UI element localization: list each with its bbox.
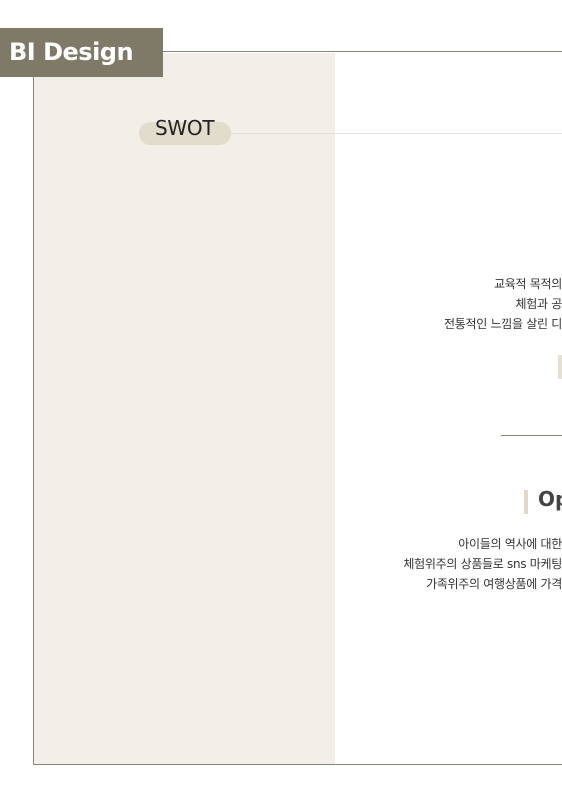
left-divider bbox=[33, 77, 34, 765]
page-badge: BI Design bbox=[0, 28, 163, 77]
mid-divider bbox=[501, 435, 562, 436]
paragraph-line: 체험과 공 bbox=[515, 297, 562, 311]
bottom-divider bbox=[33, 764, 562, 765]
heading-accent-bar bbox=[524, 490, 528, 514]
section-divider bbox=[231, 133, 562, 134]
paragraph-line: 가족위주의 여행상품에 가격 bbox=[426, 577, 562, 591]
heading-accent-bar bbox=[558, 355, 562, 379]
opportunity-paragraph: 아이들의 역사에 대한 체험위주의 상품들로 sns 마케팅 가족위주의 여행상… bbox=[142, 534, 562, 594]
paragraph-line: 체험위주의 상품들로 sns 마케팅 bbox=[403, 557, 562, 571]
paragraph-line: 교육적 목적의 bbox=[494, 277, 562, 291]
paragraph-line: 전통적인 느낌을 살린 디 bbox=[444, 317, 562, 331]
paragraph-line: 아이들의 역사에 대한 bbox=[458, 537, 562, 551]
opportunity-heading: Op bbox=[538, 487, 562, 511]
strength-paragraph: 교육적 목적의 체험과 공 전통적인 느낌을 살린 디 bbox=[142, 274, 562, 334]
left-panel-background bbox=[34, 53, 335, 764]
section-title: SWOT bbox=[155, 116, 215, 140]
top-divider bbox=[163, 51, 562, 52]
